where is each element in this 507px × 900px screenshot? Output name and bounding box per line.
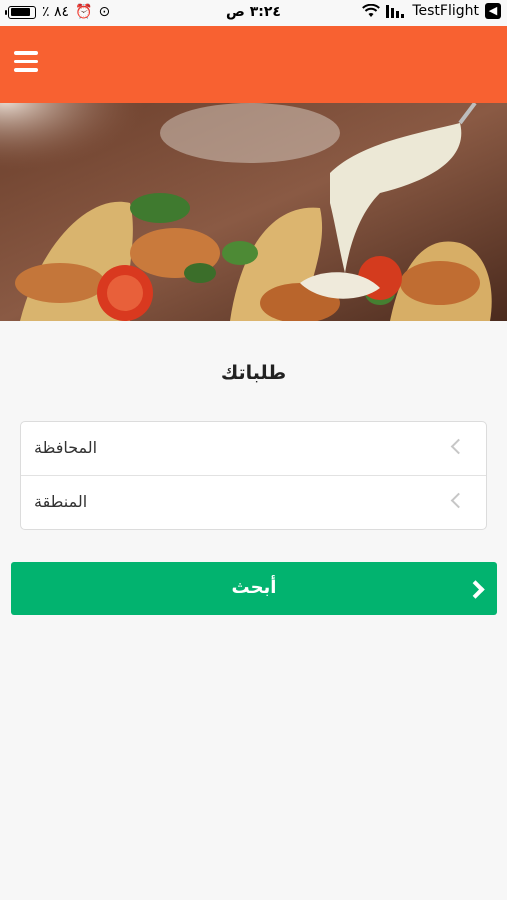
page-title: طلباتك xyxy=(220,362,287,384)
governorate-selector[interactable]: المحافظة xyxy=(21,422,486,476)
governorate-label: المحافظة xyxy=(34,438,98,457)
location-picker: المحافظة المنطقة xyxy=(20,421,487,530)
wifi-icon xyxy=(362,4,381,17)
signal-icon xyxy=(386,4,405,18)
hamburger-menu-icon[interactable] xyxy=(13,51,39,77)
search-button-label: أبحث xyxy=(231,577,277,598)
carrier-name: TestFlight xyxy=(412,3,479,19)
status-right: TestFlight ◀ xyxy=(362,3,501,19)
hero-food-image xyxy=(0,103,507,321)
food-photo xyxy=(0,103,507,321)
back-to-app-icon[interactable]: ◀ xyxy=(485,3,501,19)
search-button[interactable]: أبحث xyxy=(11,562,497,615)
area-label: المنطقة xyxy=(34,492,88,511)
status-bar: ٪ ٨٤ ⏰ ⊙ ٣:٢٤ ص TestFlight ◀ xyxy=(0,0,507,26)
app-header xyxy=(0,26,507,103)
chevron-left-icon xyxy=(450,492,467,509)
area-selector[interactable]: المنطقة xyxy=(21,476,486,530)
chevron-left-icon xyxy=(450,438,467,455)
